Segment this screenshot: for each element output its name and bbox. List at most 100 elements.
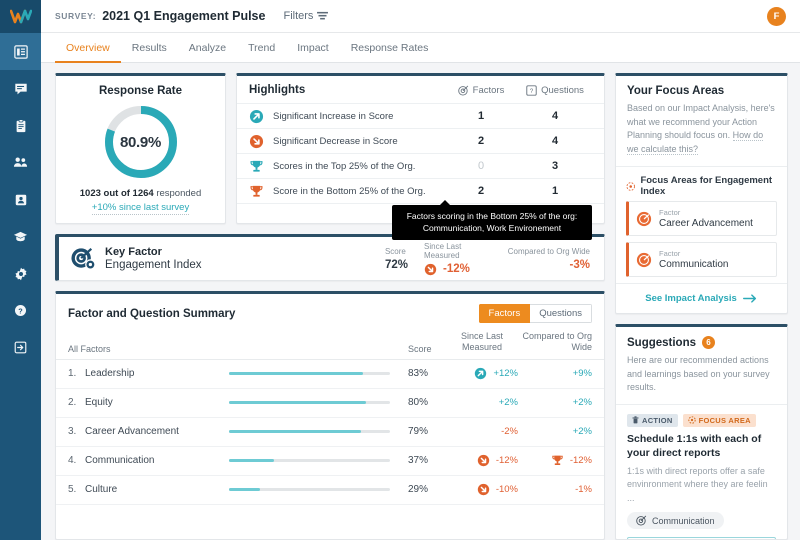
key-factor-title: Key Factor: [105, 246, 369, 258]
filters-button[interactable]: Filters: [283, 10, 328, 22]
toggle-factors[interactable]: Factors: [479, 304, 531, 323]
key-factor-score: Score 72%: [385, 247, 408, 271]
increase-arrow-icon: [474, 367, 487, 380]
suggestions-count-badge: 6: [702, 336, 715, 349]
focus-area-item[interactable]: Factor Career Advancement: [626, 201, 777, 236]
app-logo[interactable]: [0, 0, 41, 33]
focus-area-item[interactable]: Factor Communication: [626, 242, 777, 277]
tab-overview[interactable]: Overview: [55, 34, 121, 63]
responded-count: 1023 out of 1264: [80, 188, 154, 199]
suggestion-body: 1:1s with direct reports offer a safe en…: [627, 465, 776, 506]
focus-areas-section-title: Focus Areas for Engagement Index: [640, 175, 777, 197]
highlights-row: Scores in the Top 25% of the Org. 0 3: [237, 153, 604, 178]
tab-results[interactable]: Results: [121, 34, 178, 63]
tabs-bar: Overview Results Analyze Trend Impact Re…: [41, 33, 800, 63]
suggestions-card: Suggestions 6 Here are our recommended a…: [615, 324, 788, 540]
svg-text:?: ?: [18, 306, 23, 315]
sidebar-item-profile[interactable]: [0, 181, 41, 218]
highlights-row: Significant Decrease in Score 2 4: [237, 128, 604, 153]
factor-name: Equity: [85, 397, 113, 408]
svg-text:?: ?: [530, 88, 534, 95]
focus-areas-title: Your Focus Areas: [627, 85, 776, 97]
factor-score: 79%: [404, 426, 446, 437]
highlights-row-questions: 4: [518, 135, 592, 147]
response-rate-value: 80.9%: [102, 103, 180, 181]
highlights-row-label: Significant Increase in Score: [266, 111, 444, 122]
see-impact-analysis-link[interactable]: See Impact Analysis: [645, 293, 758, 304]
focus-area-kind: Factor: [659, 249, 728, 258]
tab-response-rates[interactable]: Response Rates: [340, 34, 440, 63]
table-row[interactable]: 3. Career Advancement 79% -2% +2%: [56, 418, 604, 447]
app-root: ? SURVEY: 2021 Q1 Engagement Pulse Filte…: [0, 0, 800, 540]
sidebar-item-logout[interactable]: [0, 329, 41, 366]
factor-since: -12%: [446, 454, 518, 467]
factor-summary-card: Factor and Question Summary Factors Ques…: [55, 291, 605, 540]
sidebar-item-learning[interactable]: [0, 218, 41, 255]
filter-icon: [317, 11, 328, 21]
graduation-cap-icon: [13, 229, 28, 244]
factor-summary-columns: All Factors Score Since Last Measured Co…: [56, 331, 604, 360]
key-factor-score-label: Score: [385, 247, 408, 256]
factor-score: 37%: [404, 455, 446, 466]
table-row[interactable]: 1. Leadership 83% +12% +9%: [56, 360, 604, 389]
factor-bar: [229, 459, 404, 462]
factor-rank: 2.: [68, 397, 85, 408]
focus-areas-top: Your Focus Areas Based on our Impact Ana…: [616, 76, 787, 167]
key-factor-target-icon: [70, 247, 96, 271]
decrease-arrow-icon: [424, 263, 437, 276]
bar-fill: [229, 372, 363, 375]
sidebar-item-help[interactable]: ?: [0, 292, 41, 329]
focus-area-name: Career Advancement: [659, 218, 753, 229]
bar-fill: [229, 401, 366, 404]
response-rate-responded: 1023 out of 1264 responded: [64, 188, 217, 199]
focus-areas-section-header: Focus Areas for Engagement Index: [616, 167, 787, 201]
factor-org: -1%: [518, 484, 592, 496]
factor-since: -2%: [446, 426, 518, 438]
bar-track: [229, 488, 390, 491]
response-rate-donut: 80.9%: [102, 103, 180, 181]
question-box-icon: ?: [526, 85, 537, 96]
highlights-row-questions: 4: [518, 110, 592, 122]
sidebar-item-settings[interactable]: [0, 255, 41, 292]
highlights-title: Highlights: [249, 84, 444, 96]
highlights-row: Significant Increase in Score 1 4: [237, 103, 604, 128]
sidebar: ?: [0, 0, 41, 540]
content-area: Response Rate 80.9% 1023 out: [41, 63, 800, 540]
table-row[interactable]: 2. Equity 80% +2% +2%: [56, 389, 604, 418]
avatar[interactable]: F: [767, 7, 786, 26]
factor-since: -10%: [446, 483, 518, 496]
table-row[interactable]: 4. Communication 37% -12%: [56, 447, 604, 476]
factor-circle-icon: [636, 211, 652, 227]
sidebar-item-people[interactable]: [0, 144, 41, 181]
tab-impact[interactable]: Impact: [286, 34, 340, 63]
highlights-header: Highlights Factors ? Questions: [237, 76, 604, 103]
response-rate-title: Response Rate: [64, 85, 217, 97]
factor-org-value: -1%: [575, 484, 592, 496]
id-card-icon: [14, 193, 28, 207]
tag-focus-label: FOCUS AREA: [699, 416, 751, 425]
table-row[interactable]: 5. Culture 29% -10% -1%: [56, 476, 604, 505]
key-factor-since-value: -12%: [443, 263, 470, 275]
col-org: Compared to Org Wide: [518, 331, 592, 354]
gear-icon: [14, 267, 28, 281]
factor-rank: 5.: [68, 484, 85, 495]
factor-since: +12%: [446, 367, 518, 380]
factor-summary-header: Factor and Question Summary Factors Ques…: [56, 294, 604, 331]
sidebar-item-messages[interactable]: [0, 70, 41, 107]
sidebar-item-dashboard[interactable]: [0, 33, 41, 70]
focus-area-kind: Factor: [659, 208, 753, 217]
factor-name-cell: 3. Career Advancement: [68, 426, 229, 437]
factor-org-value: -12%: [570, 455, 592, 467]
tab-trend[interactable]: Trend: [237, 34, 286, 63]
toggle-questions[interactable]: Questions: [530, 304, 592, 323]
factor-bar: [229, 372, 404, 375]
key-factor-org-label: Compared to Org Wide: [506, 247, 590, 256]
highlights-row-factors: 1: [444, 110, 518, 122]
bar-track: [229, 459, 390, 462]
factor-name-cell: 4. Communication: [68, 455, 229, 466]
sidebar-item-surveys[interactable]: [0, 107, 41, 144]
factor-bar: [229, 401, 404, 404]
factor-rank: 4.: [68, 455, 85, 466]
factor-since-value: +2%: [499, 397, 518, 409]
tab-analyze[interactable]: Analyze: [178, 34, 237, 63]
